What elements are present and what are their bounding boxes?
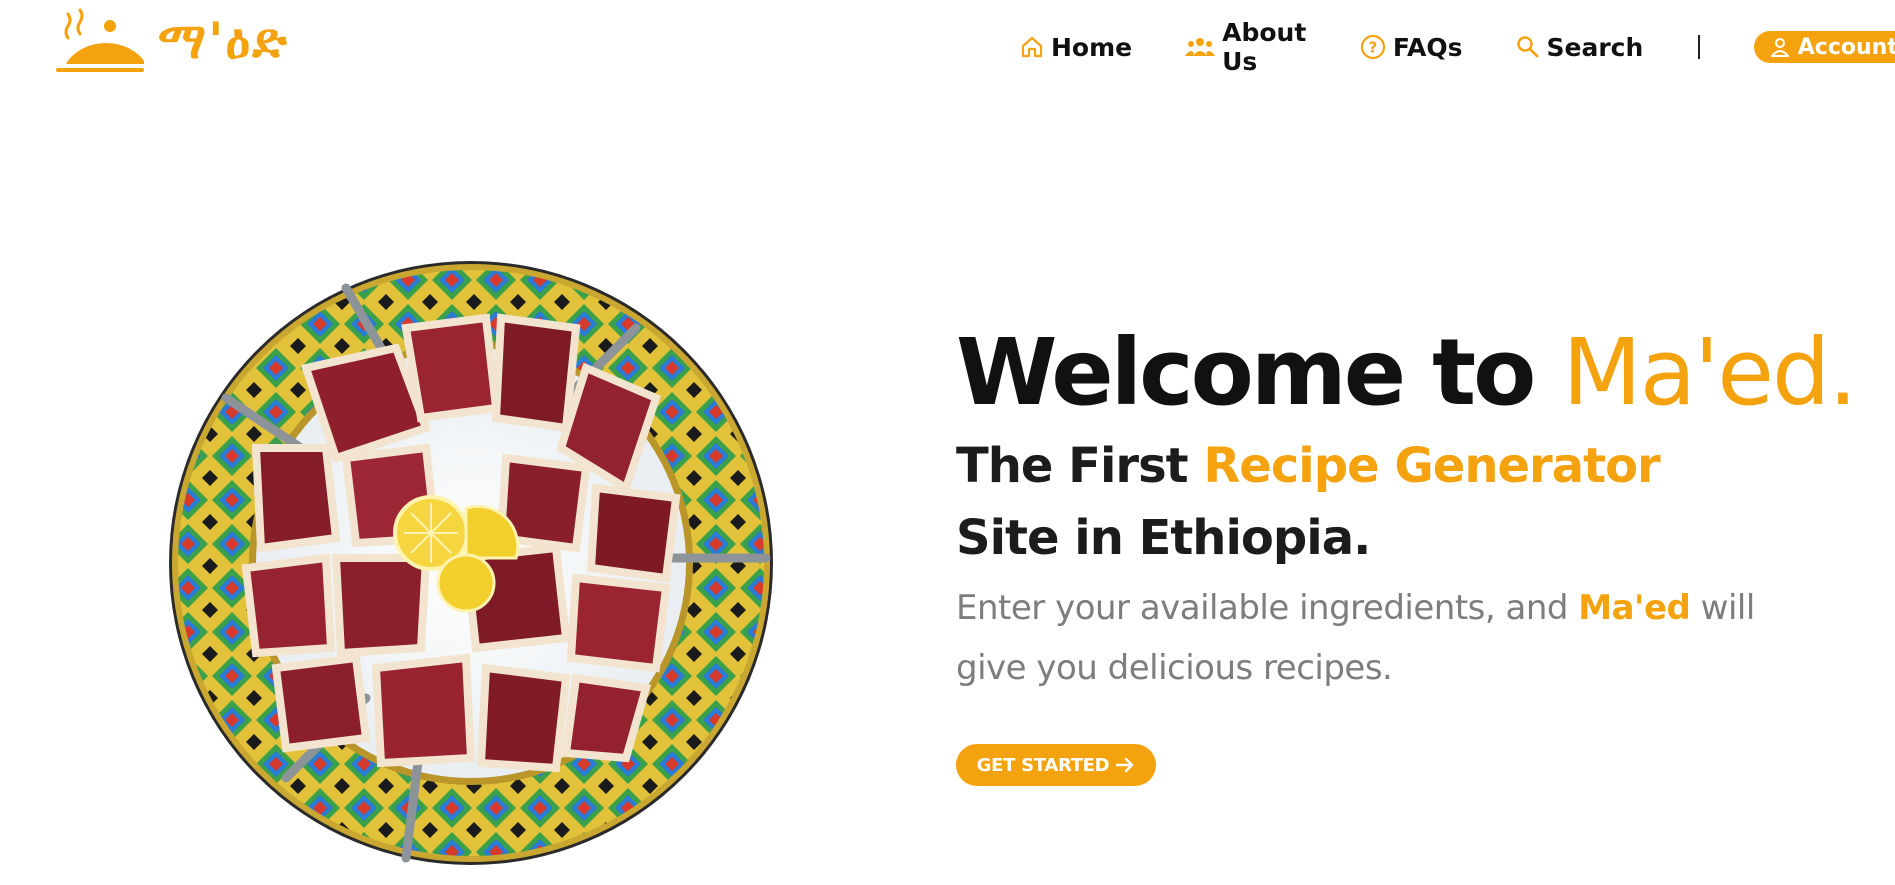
home-icon xyxy=(1020,35,1044,59)
arrow-right-icon xyxy=(1115,756,1135,774)
account-button[interactable]: Account xyxy=(1753,31,1895,63)
hero-description: Enter your available ingredients, and Ma… xyxy=(956,578,1796,698)
hero-subtitle-prefix: The First xyxy=(956,438,1204,494)
svg-text:?: ? xyxy=(1368,39,1377,57)
hero-description-prefix: Enter your available ingredients, and xyxy=(956,588,1579,628)
hero-subtitle: The First Recipe Generator Site in Ethio… xyxy=(956,430,1776,574)
hero-description-brand: Ma'ed xyxy=(1578,588,1691,628)
hero-section: Welcome to Ma'ed. The First Recipe Gener… xyxy=(956,318,1858,698)
nav-about-us-label: About Us xyxy=(1222,18,1307,76)
question-circle-icon: ? xyxy=(1360,34,1386,60)
nav-about-us[interactable]: About Us xyxy=(1185,18,1307,76)
nav-search-label: Search xyxy=(1546,32,1644,62)
hero-food-image xyxy=(166,258,776,868)
nav-faqs[interactable]: ? FAQs xyxy=(1360,33,1463,62)
hero-title-brand: Ma'ed. xyxy=(1562,319,1857,426)
hero-title-prefix: Welcome to xyxy=(956,319,1563,426)
nav-divider xyxy=(1698,35,1700,59)
logo-text: ማ'ዕድ xyxy=(158,11,289,70)
nav-home-label: Home xyxy=(1051,32,1133,62)
nav-faqs-label: FAQs xyxy=(1392,32,1463,62)
serving-cloche-icon xyxy=(56,8,144,72)
site-logo[interactable]: ማ'ዕድ xyxy=(54,6,289,76)
account-label: Account xyxy=(1797,34,1895,60)
nav-home[interactable]: Home xyxy=(1020,33,1132,62)
user-icon xyxy=(1770,37,1790,57)
nav-search[interactable]: Search xyxy=(1516,32,1644,62)
search-icon xyxy=(1516,35,1540,59)
get-started-label: GET STARTED xyxy=(976,754,1110,776)
get-started-button[interactable]: GET STARTED xyxy=(956,744,1156,786)
hero-subtitle-accent: Recipe Generator xyxy=(1203,438,1660,494)
users-icon xyxy=(1185,36,1216,58)
main-navigation: Home About Us ? FAQs Search Account xyxy=(1020,18,1895,76)
hero-title: Welcome to Ma'ed. xyxy=(956,318,1858,428)
hero-subtitle-suffix: Site in Ethiopia. xyxy=(956,510,1371,566)
